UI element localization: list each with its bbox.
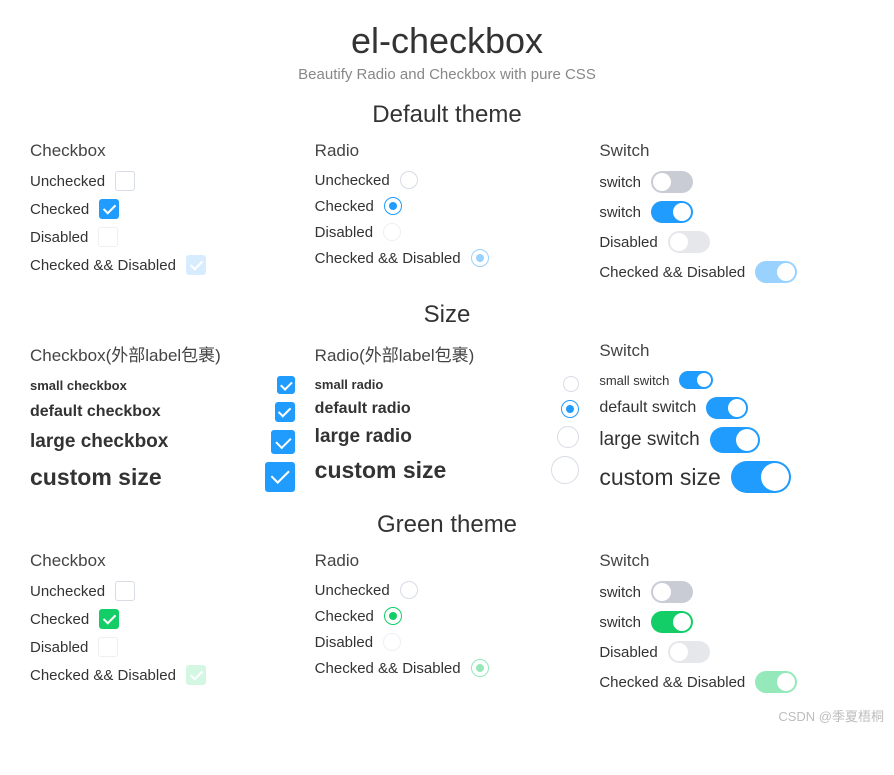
radio-unchecked-green[interactable]	[400, 581, 418, 599]
switch-checked-disabled-green	[755, 671, 797, 693]
radio-large[interactable]	[557, 426, 579, 448]
checkbox-custom[interactable]	[265, 462, 295, 492]
switch-off-green[interactable]	[651, 581, 693, 603]
label-disabled: Disabled	[599, 644, 657, 661]
label-unchecked: Unchecked	[30, 173, 105, 190]
label-switch: switch	[599, 174, 641, 191]
checkbox-disabled-green	[98, 637, 118, 657]
label-checked-disabled: Checked && Disabled	[30, 257, 176, 274]
radio-disabled	[383, 223, 401, 241]
label-custom-size: custom size	[599, 464, 720, 491]
label-unchecked: Unchecked	[30, 583, 105, 600]
radio-checked-disabled-green	[471, 659, 489, 677]
label-checked-disabled: Checked && Disabled	[599, 674, 745, 691]
label-checked: Checked	[30, 201, 89, 218]
label-large-switch: large switch	[599, 429, 699, 451]
page-title: el-checkbox	[30, 20, 864, 62]
checkbox-large[interactable]	[271, 430, 295, 454]
checkbox-checked-disabled	[186, 255, 206, 275]
switch-disabled-green	[668, 641, 710, 663]
radio-small[interactable]	[563, 376, 579, 392]
switch-on-green[interactable]	[651, 611, 693, 633]
label-checked-disabled: Checked && Disabled	[315, 660, 461, 677]
radio-unchecked[interactable]	[400, 171, 418, 189]
label-small-radio: small radio	[315, 377, 384, 392]
label-small-switch: small switch	[599, 373, 669, 388]
checkbox-checked[interactable]	[99, 199, 119, 219]
checkbox-small[interactable]	[277, 376, 295, 394]
header-radio: Radio	[315, 141, 580, 161]
header-switch: Switch	[599, 551, 864, 571]
radio-default[interactable]	[561, 400, 579, 418]
header-switch: Switch	[599, 141, 864, 161]
label-disabled: Disabled	[315, 224, 373, 241]
label-default-switch: default switch	[599, 399, 696, 417]
label-disabled: Disabled	[30, 639, 88, 656]
checkbox-checked-green[interactable]	[99, 609, 119, 629]
radio-checked-disabled	[471, 249, 489, 267]
radio-disabled-green	[383, 633, 401, 651]
label-unchecked: Unchecked	[315, 582, 390, 599]
radio-checked-green[interactable]	[384, 607, 402, 625]
label-large-checkbox: large checkbox	[30, 431, 168, 453]
header-checkbox-wrap: Checkbox(外部label包裹)	[30, 341, 295, 366]
switch-off[interactable]	[651, 171, 693, 193]
header-checkbox: Checkbox	[30, 551, 295, 571]
switch-disabled	[668, 231, 710, 253]
watermark: CSDN @季夏梧桐	[778, 706, 884, 725]
label-checked: Checked	[315, 608, 374, 625]
label-checked-disabled: Checked && Disabled	[599, 264, 745, 281]
page-subtitle: Beautify Radio and Checkbox with pure CS…	[30, 66, 864, 83]
label-checked: Checked	[315, 198, 374, 215]
header-switch: Switch	[599, 341, 864, 361]
label-default-checkbox: default checkbox	[30, 403, 161, 421]
checkbox-unchecked-green[interactable]	[115, 581, 135, 601]
switch-small[interactable]	[679, 371, 713, 389]
header-radio: Radio	[315, 551, 580, 571]
label-checked-disabled: Checked && Disabled	[315, 250, 461, 267]
section-size: Size	[30, 301, 864, 329]
checkbox-checked-disabled-green	[186, 665, 206, 685]
checkbox-unchecked[interactable]	[115, 171, 135, 191]
label-disabled: Disabled	[599, 234, 657, 251]
switch-on[interactable]	[651, 201, 693, 223]
checkbox-default[interactable]	[275, 402, 295, 422]
label-switch: switch	[599, 584, 641, 601]
label-checked: Checked	[30, 611, 89, 628]
header-checkbox: Checkbox	[30, 141, 295, 161]
section-green-theme: Green theme	[30, 511, 864, 539]
switch-checked-disabled	[755, 261, 797, 283]
label-unchecked: Unchecked	[315, 172, 390, 189]
label-default-radio: default radio	[315, 400, 411, 418]
radio-checked[interactable]	[384, 197, 402, 215]
switch-custom[interactable]	[731, 461, 791, 493]
label-disabled: Disabled	[315, 634, 373, 651]
label-custom-size: custom size	[315, 457, 447, 484]
label-switch: switch	[599, 204, 641, 221]
label-custom-size: custom size	[30, 464, 162, 491]
section-default-theme: Default theme	[30, 101, 864, 129]
label-large-radio: large radio	[315, 426, 412, 448]
label-disabled: Disabled	[30, 229, 88, 246]
checkbox-disabled	[98, 227, 118, 247]
switch-default[interactable]	[706, 397, 748, 419]
label-small-checkbox: small checkbox	[30, 378, 127, 393]
label-checked-disabled: Checked && Disabled	[30, 667, 176, 684]
label-switch: switch	[599, 614, 641, 631]
radio-custom[interactable]	[551, 456, 579, 484]
header-radio-wrap: Radio(外部label包裹)	[315, 341, 580, 366]
switch-large[interactable]	[710, 427, 760, 453]
